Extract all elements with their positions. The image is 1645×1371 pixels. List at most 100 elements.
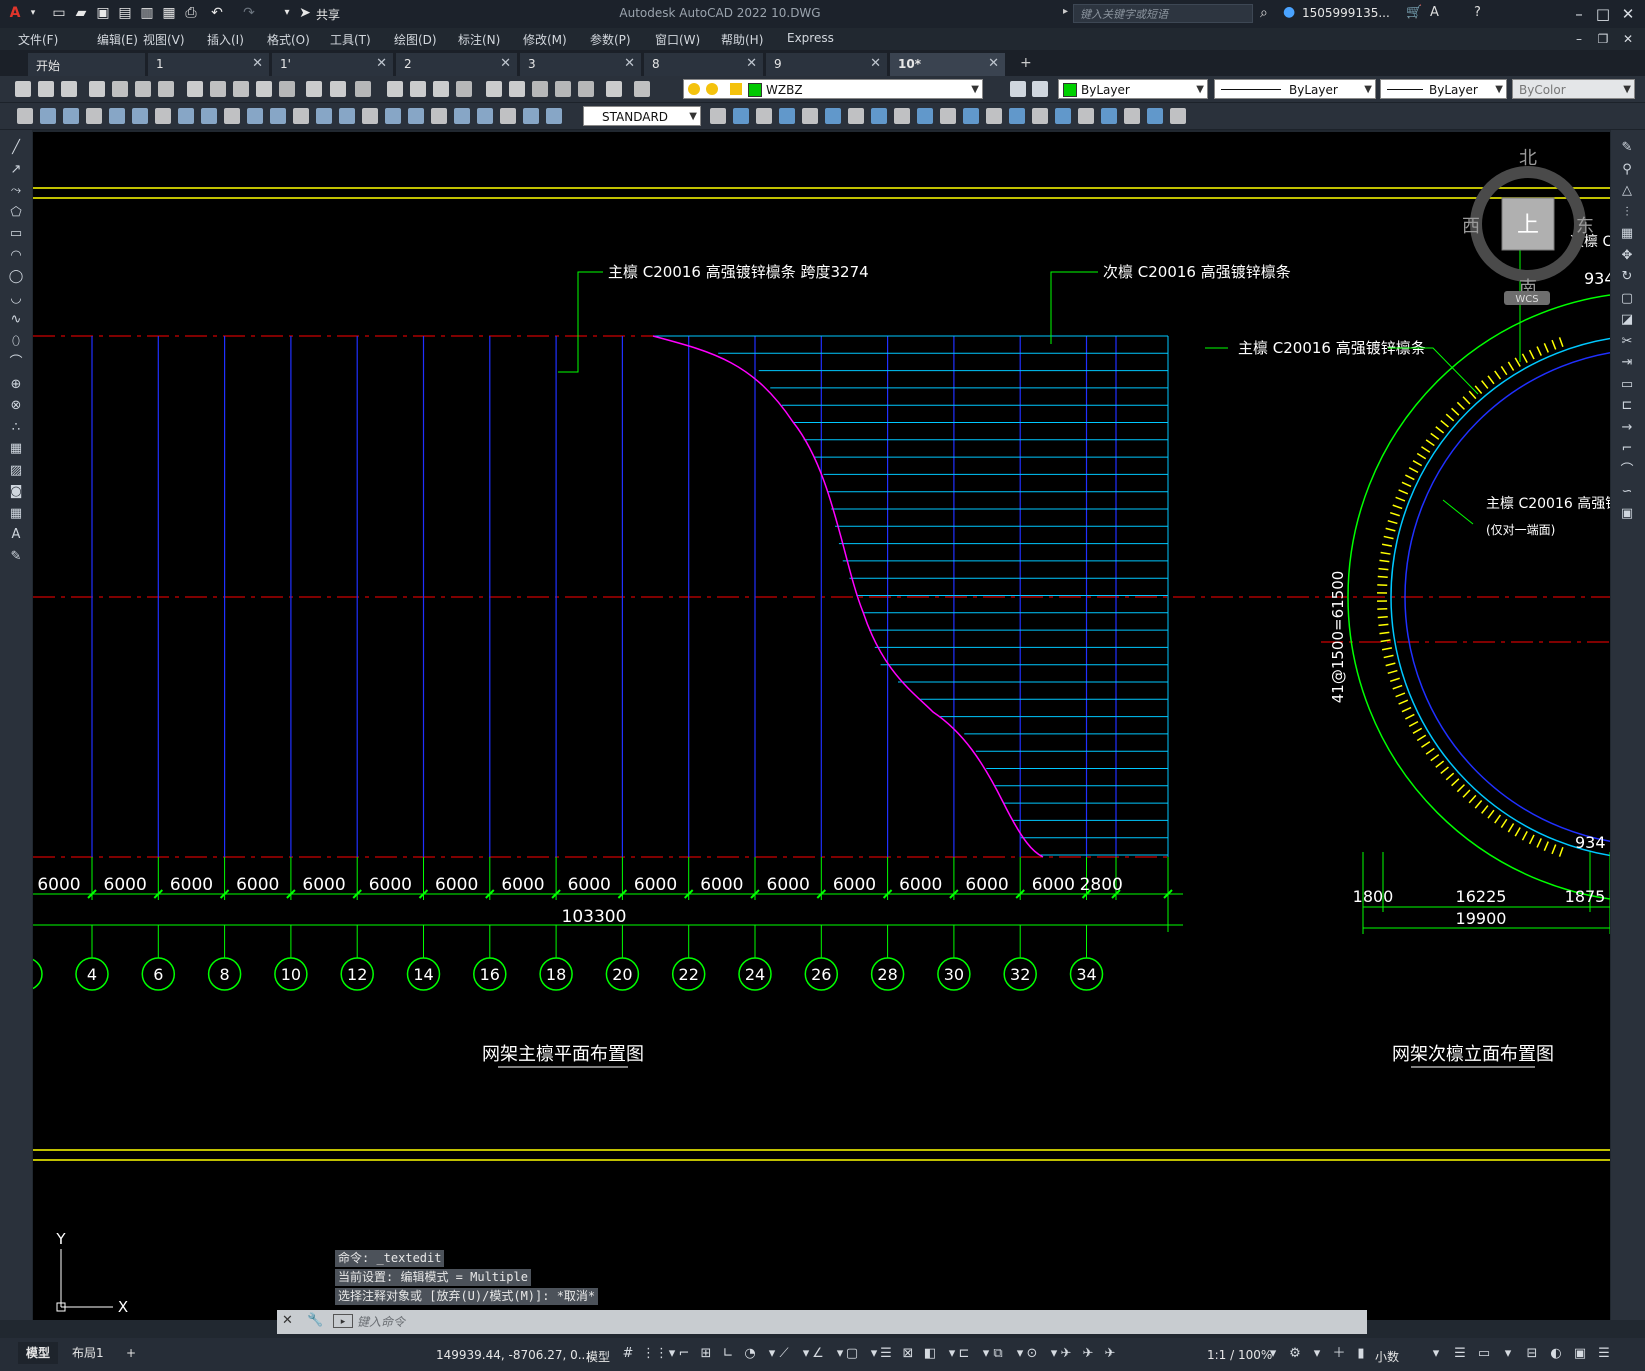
toolbar-tool-7-icon[interactable] [187,81,203,97]
close-button[interactable]: ✕ [1617,3,1639,25]
toolbar-tool-11-icon[interactable] [279,81,295,97]
modify-palette-tool-12-icon[interactable]: ⊏ [1619,398,1635,414]
file-tab-6[interactable]: 9 ✕ [766,53,888,76]
layer-dropdown[interactable]: WZBZ ▼ [683,79,983,99]
dim-tool-23-icon[interactable] [546,108,562,124]
dim-tool-6-icon[interactable] [155,108,171,124]
doc-minimize-button[interactable]: – [1568,28,1590,50]
file-tab-3[interactable]: 2 ✕ [396,53,518,76]
status-right-tool-1-icon[interactable]: ⚙ [1287,1346,1303,1362]
modify-tool-17-icon[interactable] [1101,108,1117,124]
status-tool-3-icon[interactable]: ⌐ [676,1346,692,1362]
new-tab-button[interactable]: + [1020,55,1032,71]
autodesk-app-icon[interactable]: A [1430,5,1439,20]
menu-item-4[interactable]: 格式(O) [267,31,310,48]
draw-tool-16-icon[interactable]: ◙ [8,484,24,500]
menu-item-5[interactable]: 工具(T) [330,31,371,48]
modify-tool-20-icon[interactable] [1170,108,1186,124]
toolbar-tool-14-icon[interactable] [355,81,371,97]
status-tool-15-icon[interactable]: ⊠ [900,1346,916,1362]
layer-tool-0-icon[interactable] [1010,81,1026,97]
modify-tool-12-icon[interactable] [986,108,1002,124]
status-tool-18-icon[interactable]: ⊏ [956,1346,972,1362]
modify-palette-tool-16-icon[interactable]: ∽ [1619,484,1635,500]
username[interactable]: 1505999135... [1302,6,1390,20]
minimize-button[interactable]: – [1568,3,1590,25]
toolbar-tool-8-icon[interactable] [210,81,226,97]
toolbar-tool-15-icon[interactable] [387,81,403,97]
drawing-canvas[interactable]: 6000 6000 6000 6000 6000 6000 6000 6000 6000 6000… [33,132,1610,1320]
lineweight-dropdown[interactable]: ByLayer ▼ [1380,79,1507,99]
redo-icon[interactable]: ↷ [240,4,258,22]
toolbar-tool-21-icon[interactable] [532,81,548,97]
modify-tool-4-icon[interactable] [802,108,818,124]
status-far-tool-7-icon[interactable]: ☰ [1596,1346,1612,1362]
modify-tool-5-icon[interactable] [825,108,841,124]
modify-palette-tool-4-icon[interactable]: ▦ [1619,226,1635,242]
add-layout-icon[interactable]: + [118,1342,144,1364]
modify-tool-7-icon[interactable] [871,108,887,124]
viewcube-west[interactable]: 西 [1462,216,1480,237]
toolbar-tool-2-icon[interactable] [61,81,77,97]
dim-tool-21-icon[interactable] [500,108,516,124]
dim-tool-11-icon[interactable] [270,108,286,124]
search-input[interactable]: 键入关键字或短语 [1073,4,1253,23]
dim-tool-18-icon[interactable] [431,108,447,124]
search-expand-icon[interactable]: ▸ [1063,6,1068,17]
web-open-icon[interactable]: ▥ [138,4,156,22]
dim-tool-15-icon[interactable] [362,108,378,124]
menu-item-6[interactable]: 绘图(D) [394,31,437,48]
toolbar-tool-24-icon[interactable] [606,81,622,97]
status-far-tool-2-icon[interactable]: ▭ [1476,1346,1492,1362]
modify-palette-tool-9-icon[interactable]: ✂ [1619,334,1635,350]
modify-tool-16-icon[interactable] [1078,108,1094,124]
toolbar-tool-0-icon[interactable] [15,81,31,97]
user-icon[interactable]: ● [1283,4,1295,20]
dim-tool-10-icon[interactable] [247,108,263,124]
dim-tool-0-icon[interactable] [17,108,33,124]
search-icon[interactable]: ⌕ [1260,5,1268,21]
layout-tab-layout1[interactable]: 布局1 [64,1342,112,1364]
maximize-button[interactable]: □ [1592,3,1614,25]
app-menu-arrow-icon[interactable]: ▾ [24,4,42,22]
status-far-tool-6-icon[interactable]: ▣ [1572,1346,1588,1362]
dim-tool-20-icon[interactable] [477,108,493,124]
file-tab-1[interactable]: 1 ✕ [148,53,270,76]
modify-palette-tool-13-icon[interactable]: → [1619,420,1635,436]
modify-palette-tool-17-icon[interactable]: ▣ [1619,506,1635,522]
toolbar-tool-23-icon[interactable] [578,81,594,97]
modify-tool-11-icon[interactable] [963,108,979,124]
modify-palette-tool-3-icon[interactable]: ⫶ [1619,205,1635,221]
new-icon[interactable]: ▭ [50,4,68,22]
status-tool-10-icon[interactable]: ∠ [810,1346,826,1362]
draw-tool-19-icon[interactable]: ✎ [8,549,24,565]
dim-tool-2-icon[interactable] [63,108,79,124]
modify-tool-0-icon[interactable] [710,108,726,124]
modify-palette-tool-6-icon[interactable]: ↻ [1619,269,1635,285]
status-tool-8-icon[interactable]: ⟋ [776,1346,792,1362]
draw-tool-6-icon[interactable]: ◯ [8,269,24,285]
toolbar-tool-17-icon[interactable] [433,81,449,97]
status-far-tool-5-icon[interactable]: ◐ [1548,1346,1564,1362]
draw-tool-3-icon[interactable]: ⬠ [8,205,24,221]
linetype-dropdown[interactable]: ByLayer ▼ [1214,79,1376,99]
save-icon[interactable]: ▣ [94,4,112,22]
cart-icon[interactable]: 🛒 [1406,5,1422,20]
file-tab-2[interactable]: 1' ✕ [272,53,394,76]
toolbar-tool-6-icon[interactable] [158,81,174,97]
draw-tool-0-icon[interactable]: ╱ [8,140,24,156]
modify-tool-15-icon[interactable] [1055,108,1071,124]
draw-tool-13-icon[interactable]: ∴ [8,420,24,436]
menu-item-3[interactable]: 插入(I) [207,31,244,48]
status-tool-12-icon[interactable]: ▢ [844,1346,860,1362]
status-far-tool-3-icon[interactable]: ▾ [1500,1346,1516,1362]
modify-palette-tool-14-icon[interactable]: ⌐ [1619,441,1635,457]
dim-tool-5-icon[interactable] [132,108,148,124]
toolbar-tool-5-icon[interactable] [135,81,151,97]
menu-item-9[interactable]: 参数(P) [590,31,631,48]
modify-palette-tool-10-icon[interactable]: ⇥ [1619,355,1635,371]
dim-tool-8-icon[interactable] [201,108,217,124]
toolbar-tool-12-icon[interactable] [306,81,322,97]
close-tab-icon[interactable]: ✕ [746,56,757,71]
viewcube-north[interactable]: 北 [1519,148,1537,169]
